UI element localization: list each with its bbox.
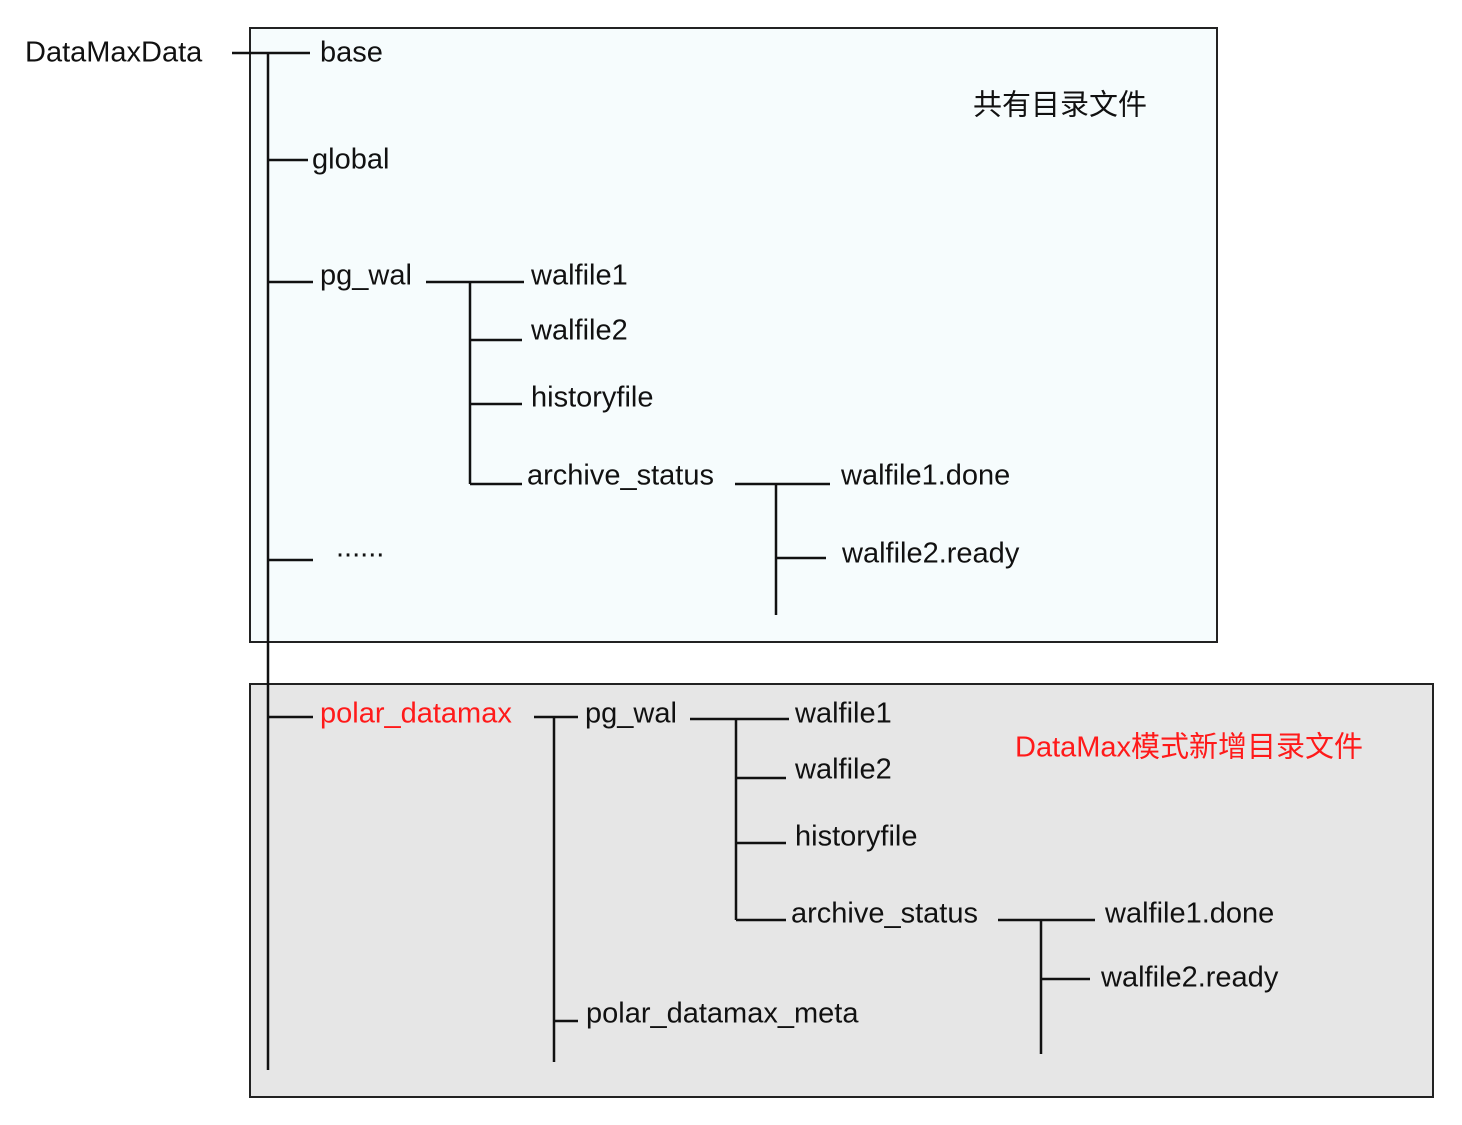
dir-pg-wal: pg_wal bbox=[320, 259, 412, 292]
file-walfile2-ready: walfile2.ready bbox=[842, 537, 1020, 570]
dm-file-walfile2-ready: walfile2.ready bbox=[1101, 961, 1279, 994]
root-directory-label: DataMaxData bbox=[25, 36, 203, 69]
file-walfile1-done: walfile1.done bbox=[841, 459, 1011, 492]
dm-file-historyfile: historyfile bbox=[795, 820, 918, 853]
dir-archive-status: archive_status bbox=[527, 459, 714, 492]
dir-base: base bbox=[320, 36, 383, 69]
file-historyfile: historyfile bbox=[531, 381, 654, 414]
dm-file-walfile2: walfile2 bbox=[795, 753, 892, 786]
tree-connectors bbox=[232, 51, 1095, 1070]
ellipsis-label: ...... bbox=[336, 531, 385, 564]
datamax-caption: DataMax模式新增目录文件 bbox=[1015, 731, 1364, 764]
dm-dir-archive-status: archive_status bbox=[791, 897, 978, 930]
file-walfile2: walfile2 bbox=[531, 314, 628, 347]
dir-polar-datamax: polar_datamax bbox=[320, 697, 512, 730]
shared-caption: 共有目录文件 bbox=[973, 89, 1148, 122]
file-polar-datamax-meta: polar_datamax_meta bbox=[586, 997, 859, 1030]
file-walfile1: walfile1 bbox=[531, 259, 628, 292]
dm-file-walfile1: walfile1 bbox=[795, 697, 892, 730]
dm-file-walfile1-done: walfile1.done bbox=[1105, 897, 1275, 930]
dm-dir-pg-wal: pg_wal bbox=[585, 697, 677, 730]
dir-global: global bbox=[312, 143, 390, 176]
